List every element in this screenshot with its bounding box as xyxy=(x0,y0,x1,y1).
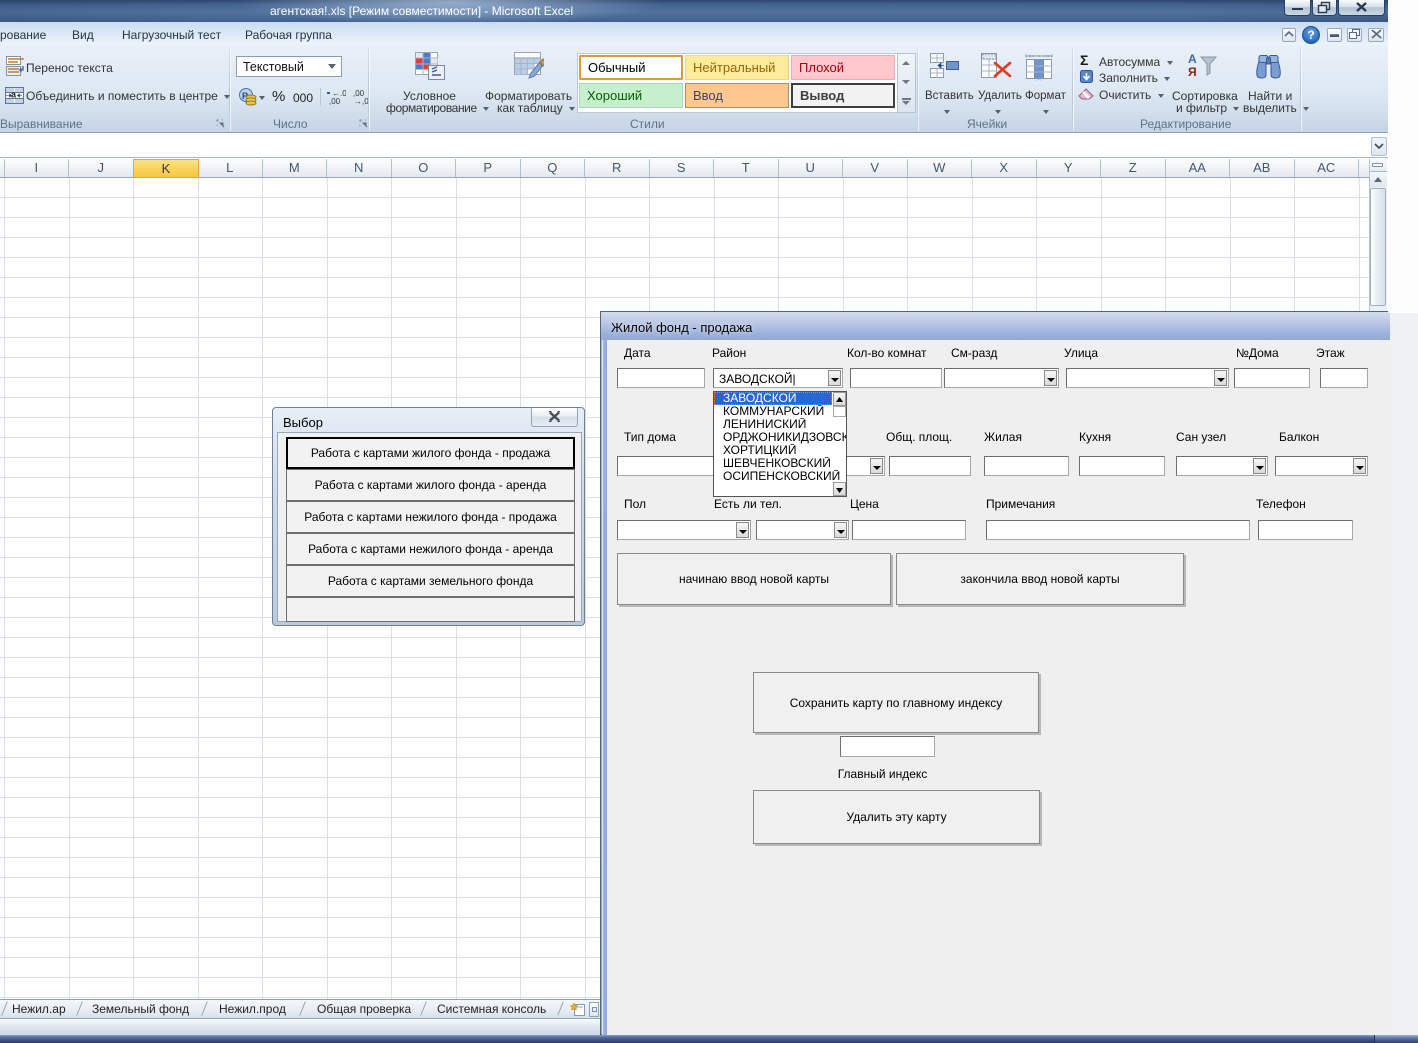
svg-text:А: А xyxy=(1188,52,1197,66)
svg-text:→,0: →,0 xyxy=(354,97,368,105)
svg-text:,00: ,00 xyxy=(329,97,341,105)
svg-text:Я: Я xyxy=(1188,65,1197,79)
